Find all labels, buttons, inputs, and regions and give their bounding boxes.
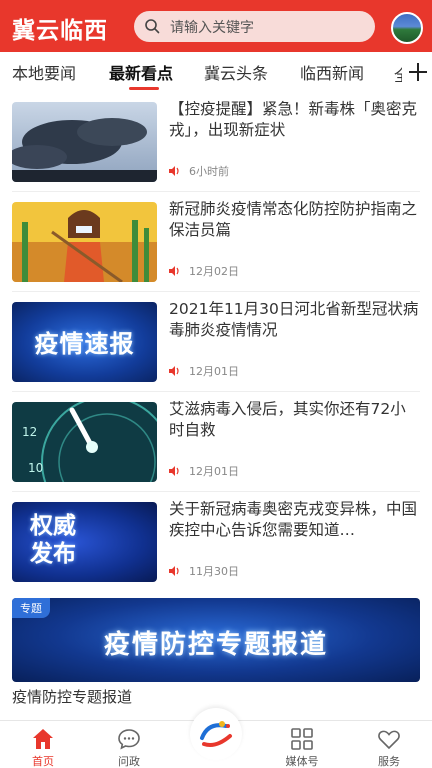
search-bar[interactable]: 请输入关键字 (134, 11, 375, 42)
search-icon (145, 19, 160, 34)
list-item[interactable]: 疫情速报 2021年11月30日河北省新型冠状病毒肺炎疫情情况 12月01日 (0, 292, 432, 392)
svg-text:12: 12 (22, 425, 37, 439)
heart-icon (378, 730, 400, 750)
news-time: 12月02日 (189, 265, 239, 278)
tab-headlines[interactable]: 冀云头条 (204, 60, 268, 84)
add-channel-plus-icon[interactable] (402, 52, 432, 92)
news-time: 6小时前 (189, 165, 229, 178)
news-feed: 【控疫提醒】紧急！新毒株「奥密克戎」，出现新症状 6小时前 新冠肺炎疫情常态化防… (0, 92, 432, 720)
app-brand-title: 冀云临西 (12, 18, 108, 44)
news-time: 12月01日 (189, 365, 239, 378)
tab-linxi-news[interactable]: 临西新闻 (300, 60, 364, 84)
news-thumbnail (12, 202, 157, 282)
speaker-icon (169, 166, 179, 176)
news-title: 【控疫提醒】紧急！新毒株「奥密克戎」，出现新症状 (169, 100, 418, 139)
speaker-icon (169, 566, 179, 576)
special-caption[interactable]: 疫情防控专题报道 (12, 686, 132, 707)
nav-service[interactable]: 服务 (354, 721, 424, 768)
nav-label: 服务 (378, 755, 400, 768)
center-logo-button[interactable] (190, 708, 242, 760)
grid-icon (291, 728, 313, 750)
speaker-icon (169, 366, 179, 376)
news-title: 2021年11月30日河北省新型冠状病毒肺炎疫情情况 (169, 300, 419, 339)
nav-home[interactable]: 首页 (8, 721, 78, 768)
speaker-icon (169, 466, 179, 476)
news-title: 艾滋病毒入侵后，其实你还有72小时自救 (169, 400, 406, 439)
nav-label: 媒体号 (285, 755, 319, 768)
special-banner-title: 疫情防控专题报道 (103, 630, 328, 660)
news-thumbnail (12, 102, 157, 182)
list-item[interactable]: 12 10 艾滋病毒入侵后，其实你还有72小时自救 12月01日 (0, 392, 432, 492)
thumbnail-caption: 疫情速报 (34, 330, 135, 358)
special-tag: 专题 (12, 598, 50, 618)
list-item[interactable]: 【控疫提醒】紧急！新毒株「奥密克戎」，出现新症状 6小时前 (0, 92, 432, 192)
special-topic-banner[interactable]: 专题 疫情防控专题报道 (12, 598, 420, 682)
search-placeholder: 请输入关键字 (170, 20, 254, 36)
thumbnail-caption: 权威发布 (30, 513, 76, 567)
news-title: 新冠肺炎疫情常态化防控防护指南之保洁员篇 (169, 200, 418, 239)
tab-more-cut[interactable]: 全 (394, 62, 402, 82)
nav-label: 首页 (32, 755, 54, 768)
news-time: 12月01日 (189, 465, 239, 478)
news-thumbnail: 权威发布 (12, 502, 157, 582)
nav-wenzheng[interactable]: 问政 (94, 721, 164, 768)
active-tab-indicator (129, 87, 159, 90)
svg-text:10: 10 (28, 461, 43, 475)
home-icon (33, 729, 53, 749)
center-logo-icon (200, 721, 232, 747)
tab-local-news[interactable]: 本地要闻 (12, 60, 76, 84)
news-title: 关于新冠病毒奥密克戎变异株，中国疾控中心告诉您需要知道… (169, 500, 418, 539)
tab-latest[interactable]: 最新看点 (109, 60, 173, 84)
avatar[interactable] (391, 12, 423, 44)
news-time: 11月30日 (189, 565, 239, 578)
speaker-icon (169, 266, 179, 276)
news-thumbnail: 12 10 (12, 402, 157, 482)
list-item[interactable]: 权威发布 关于新冠病毒奥密克戎变异株，中国疾控中心告诉您需要知道… 11月30日 (0, 492, 432, 592)
channel-tabs: 本地要闻 最新看点 冀云头条 临西新闻 全 (0, 52, 432, 92)
nav-label: 问政 (118, 755, 140, 768)
top-header: 冀云临西 请输入关键字 (0, 0, 432, 52)
chat-bubble-icon (118, 729, 140, 750)
list-item[interactable]: 新冠肺炎疫情常态化防控防护指南之保洁员篇 12月02日 (0, 192, 432, 292)
nav-media[interactable]: 媒体号 (267, 721, 337, 768)
news-thumbnail: 疫情速报 (12, 302, 157, 382)
